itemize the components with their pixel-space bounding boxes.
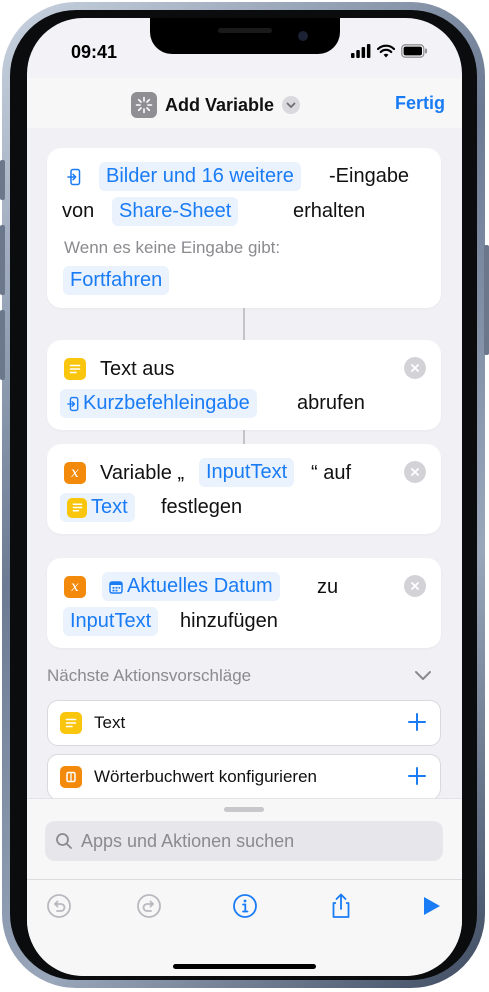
suggestion-label: Text [94, 713, 126, 732]
text-icon [67, 497, 87, 518]
search-placeholder: Apps und Aktionen suchen [81, 830, 295, 851]
info-icon [233, 894, 257, 918]
action-sheet: Apps und Aktionen suchen [27, 798, 462, 976]
auf-text: “ auf [311, 462, 352, 484]
suggestions-title: Nächste Aktionsvorschläge [47, 666, 252, 685]
variable-icon: x [64, 576, 86, 598]
action-card-receive-input[interactable]: Bilder und 16 weitere -Eingabe von Share… [47, 148, 441, 308]
redo-button[interactable] [135, 892, 163, 920]
input-arrow-icon [67, 396, 79, 411]
side-button [484, 245, 489, 355]
add-icon[interactable] [404, 709, 430, 740]
editor-toolbar [27, 879, 462, 932]
status-icons [351, 44, 428, 58]
shortcut-input-label: Kurzbefehleingabe [83, 392, 250, 414]
variable-name-token[interactable]: InputText [199, 458, 295, 487]
von-text: von [62, 200, 95, 222]
sheet-grabber[interactable] [224, 807, 264, 812]
input-text-token[interactable]: InputText [63, 607, 159, 636]
abrufen-text: abrufen [297, 392, 365, 414]
remove-action-button[interactable] [404, 575, 426, 597]
play-icon [424, 897, 440, 915]
done-button[interactable]: Fertig [395, 93, 445, 114]
no-input-label: Wenn es keine Eingabe gibt: [64, 238, 281, 257]
action-list: Bilder und 16 weitere -Eingabe von Share… [27, 128, 462, 808]
text-icon [60, 712, 82, 734]
text-icon [64, 358, 86, 380]
fallback-token[interactable]: Fortfahren [63, 266, 170, 295]
volume-down-button [0, 310, 5, 380]
variable-text: Variable „ [100, 462, 185, 484]
run-button[interactable] [417, 892, 445, 920]
suggestion-label: Wörterbuchwert konfigurieren [94, 767, 317, 786]
info-button[interactable] [231, 892, 259, 920]
editor-header: Add Variable Fertig [27, 78, 462, 128]
text-value-token[interactable]: Text [60, 493, 135, 522]
home-indicator [173, 964, 316, 969]
notch [150, 18, 340, 54]
text-aus-label: Text aus [100, 358, 175, 380]
eingabe-text: -Eingabe [329, 165, 410, 187]
suggestion-item-dictionary[interactable]: Wörterbuchwert konfigurieren [47, 754, 441, 800]
redo-icon [137, 894, 161, 918]
shortcut-input-token[interactable]: Kurzbefehleingabe [60, 389, 257, 418]
remove-action-button[interactable] [404, 461, 426, 483]
connector-line [243, 430, 245, 444]
variable-icon: x [64, 462, 86, 484]
wifi-icon [377, 44, 395, 58]
mute-switch [0, 160, 5, 200]
close-icon [411, 468, 419, 476]
undo-button[interactable] [45, 892, 73, 920]
zu-text: zu [317, 576, 339, 598]
calendar-icon [109, 580, 123, 594]
undo-icon [47, 894, 71, 918]
suggestion-item-text[interactable]: Text [47, 700, 441, 746]
share-icon [332, 893, 350, 918]
share-button[interactable] [327, 892, 355, 920]
dictionary-icon [60, 766, 82, 788]
remove-action-button[interactable] [404, 357, 426, 379]
hinzufuegen-text: hinzufügen [180, 610, 278, 632]
search-icon [55, 832, 73, 850]
current-date-token[interactable]: Aktuelles Datum [102, 572, 280, 601]
erhalten-text: erhalten [293, 200, 366, 222]
close-icon [411, 582, 419, 590]
shortcut-title-button[interactable]: Add Variable [131, 92, 301, 118]
shortcut-title: Add Variable [165, 94, 275, 115]
screen: 09:41 Add Variable Fertig Bilder und 16 … [27, 18, 462, 976]
input-arrow-icon [67, 168, 81, 186]
current-date-label: Aktuelles Datum [127, 575, 273, 597]
battery-icon [401, 44, 427, 58]
input-types-token[interactable]: Bilder und 16 weitere [99, 162, 301, 191]
action-card-set-variable[interactable]: x Variable „ InputText “ auf Text festle… [47, 444, 441, 534]
share-sheet-token[interactable]: Share-Sheet [112, 197, 239, 226]
chevron-down-icon [282, 96, 301, 114]
action-card-get-text[interactable]: Text aus Kurzbefehleingabe abrufen [47, 340, 441, 430]
chevron-down-icon[interactable] [414, 668, 432, 686]
add-icon[interactable] [404, 763, 430, 794]
close-icon [411, 364, 419, 372]
search-field[interactable]: Apps und Aktionen suchen [45, 821, 443, 861]
shortcut-icon [131, 92, 157, 118]
status-time: 09:41 [71, 42, 118, 62]
volume-up-button [0, 225, 5, 295]
cellular-signal-icon [351, 44, 371, 58]
text-value-label: Text [91, 496, 128, 518]
connector-line [243, 308, 245, 340]
festlegen-text: festlegen [161, 496, 243, 518]
action-card-add-to-variable[interactable]: x Aktuelles Datum zu InputText hinzufüge… [47, 558, 441, 648]
